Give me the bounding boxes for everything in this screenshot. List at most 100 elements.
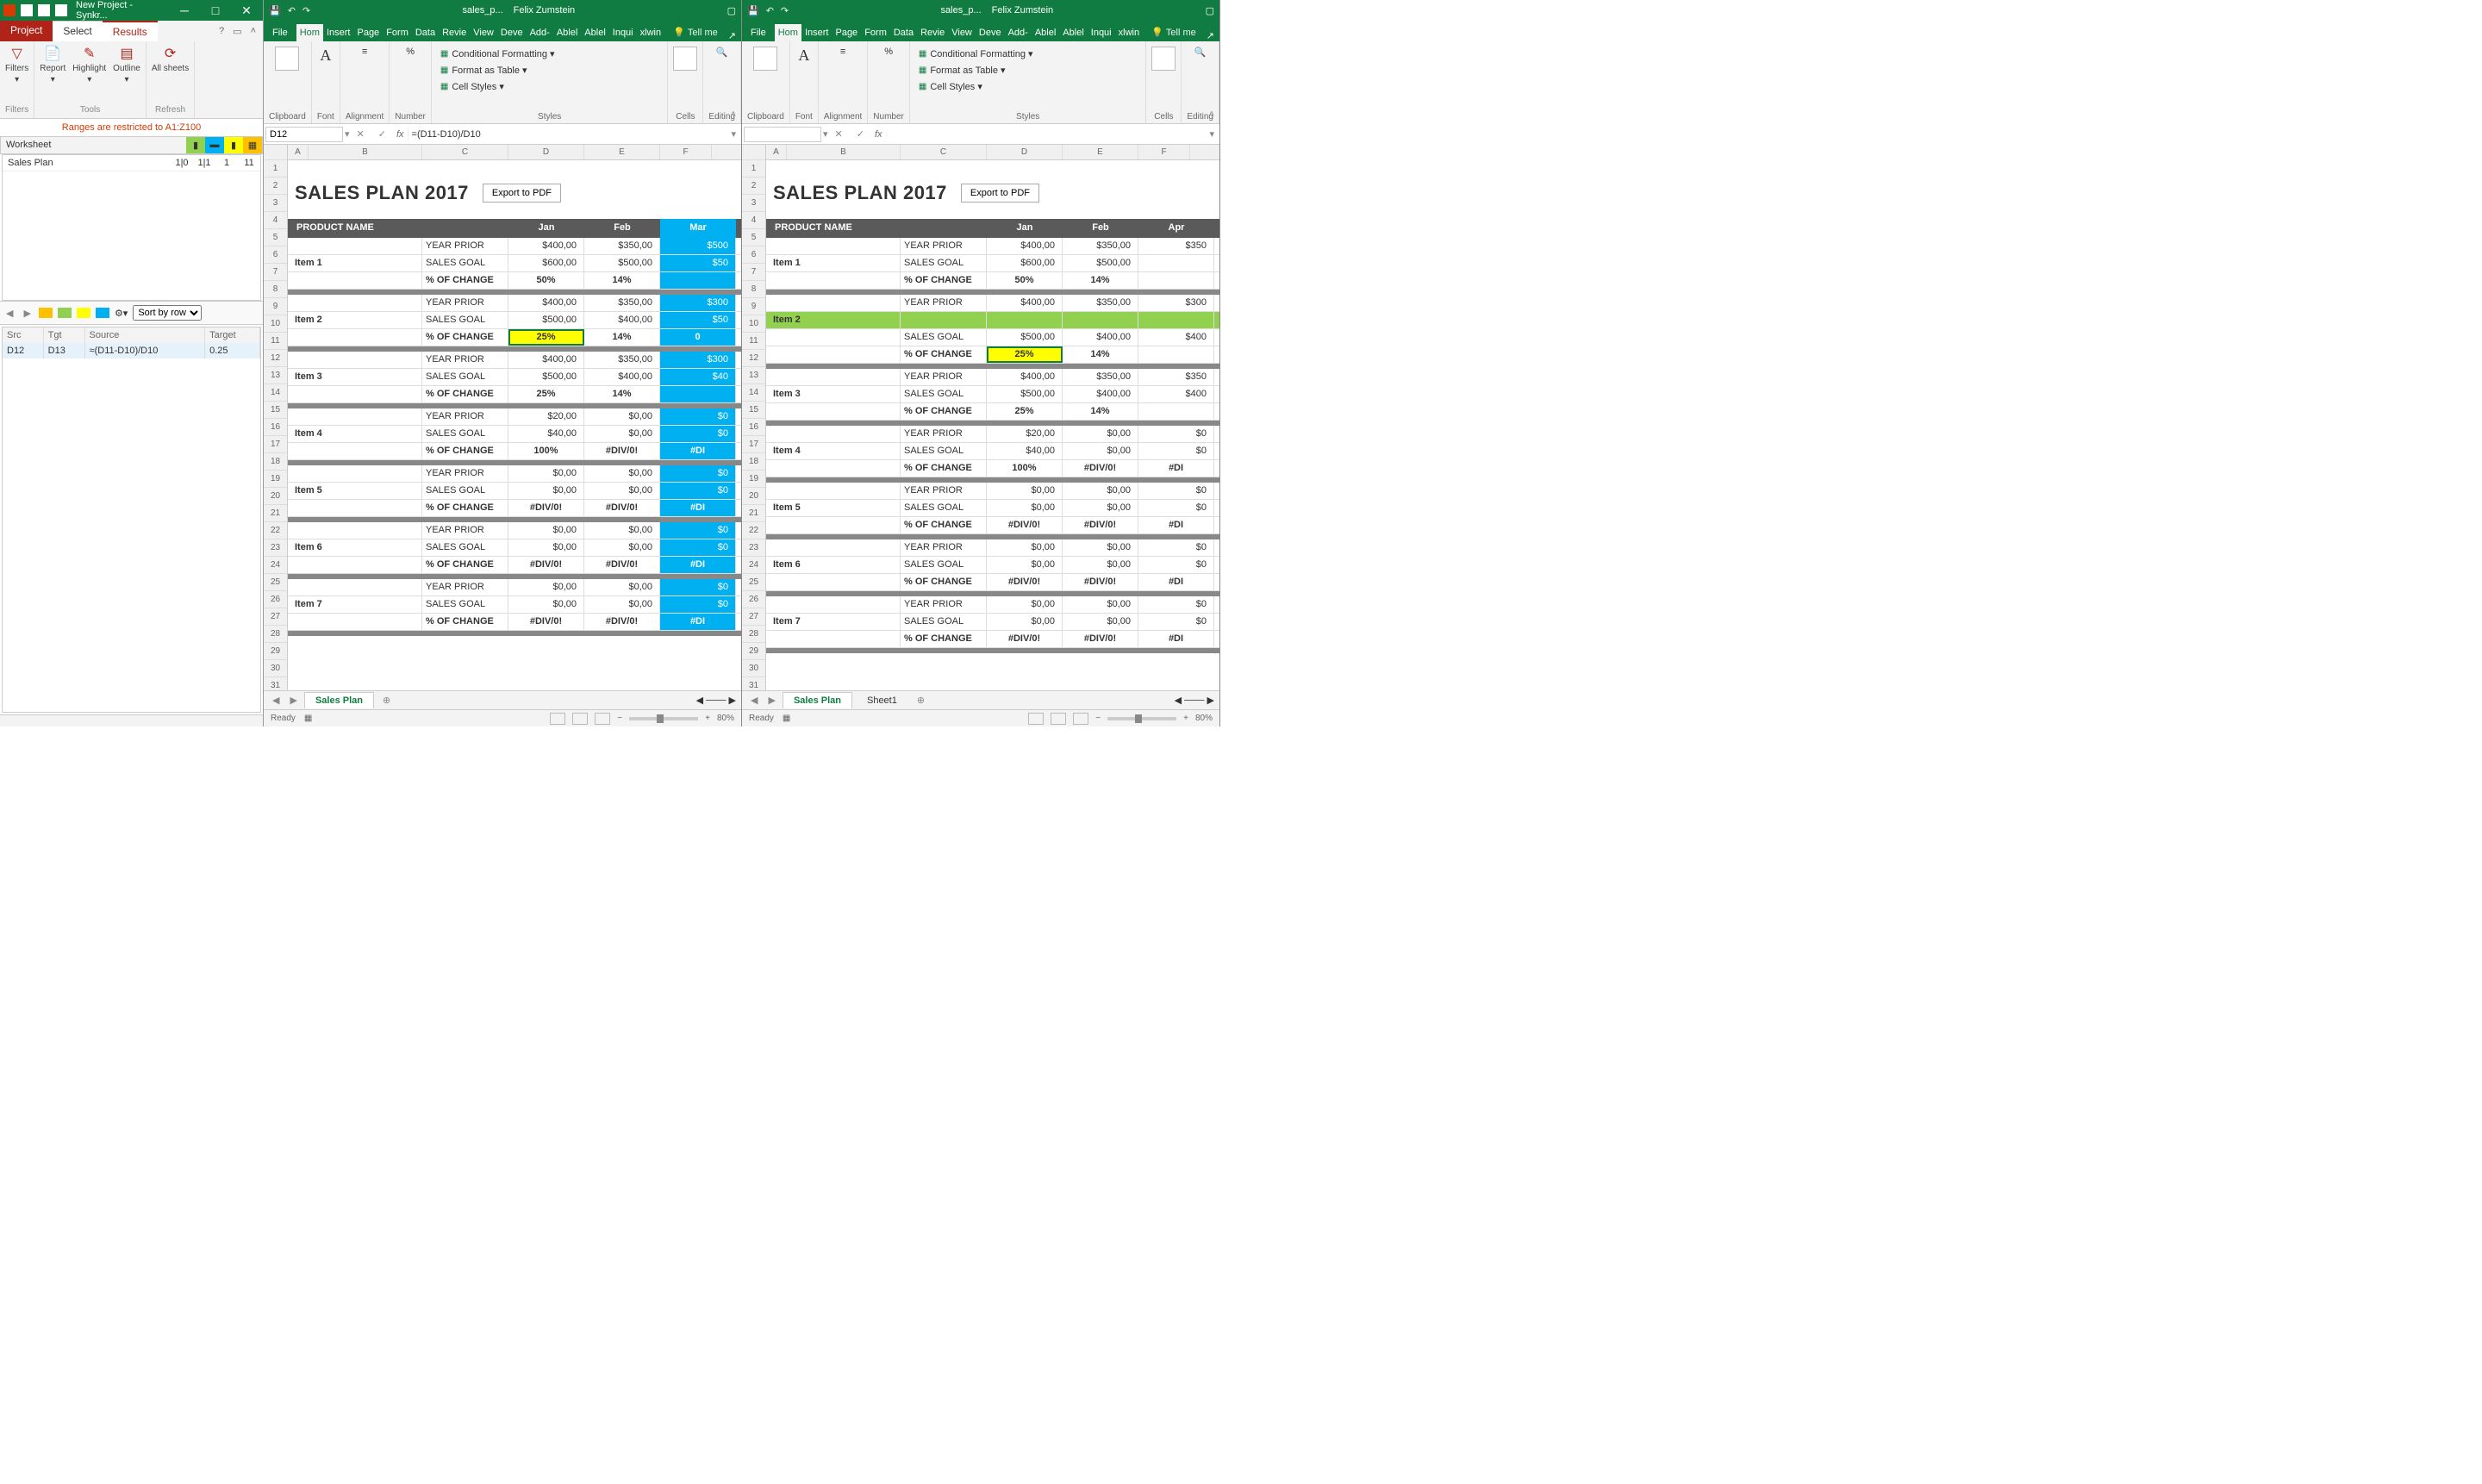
row-header[interactable]: 17: [742, 436, 765, 453]
enter-formula[interactable]: ✓: [371, 128, 393, 140]
undo-icon[interactable]: ↶: [288, 5, 296, 16]
view-break[interactable]: [595, 713, 610, 725]
cell-styles[interactable]: Cell Styles ▾: [437, 79, 508, 94]
fx-icon[interactable]: fx: [871, 129, 886, 140]
ws-col-icon[interactable]: ▮: [224, 137, 243, 153]
ws-col-icon[interactable]: ▦: [243, 137, 262, 153]
export-pdf-button[interactable]: Export to PDF: [483, 184, 561, 203]
ribbon-tab[interactable]: xlwin: [637, 24, 664, 41]
ribbon-tab[interactable]: Form: [861, 24, 890, 41]
ribbon-tab[interactable]: Add-: [527, 24, 553, 41]
row-header[interactable]: 10: [264, 315, 287, 333]
hscroll[interactable]: ◀ ─── ▶: [696, 695, 736, 706]
ribbon-tab[interactable]: Deve: [976, 24, 1005, 41]
row-header[interactable]: 12: [742, 350, 765, 367]
close-button[interactable]: ✕: [234, 3, 259, 18]
ribbon-tab[interactable]: Data: [890, 24, 917, 41]
row-header[interactable]: 29: [742, 643, 765, 660]
cells-icon[interactable]: [673, 47, 697, 71]
title-icon[interactable]: [38, 4, 50, 16]
row-header[interactable]: 27: [264, 608, 287, 626]
row-header[interactable]: 5: [742, 229, 765, 246]
cells-icon[interactable]: [1151, 47, 1176, 71]
ribbon-tab[interactable]: Revie: [439, 24, 470, 41]
row-header[interactable]: 7: [742, 264, 765, 281]
col-header[interactable]: C: [422, 145, 508, 159]
window-controls[interactable]: ▢: [1206, 5, 1214, 16]
row-header[interactable]: 16: [742, 419, 765, 436]
row-header[interactable]: 11: [264, 333, 287, 350]
row-header[interactable]: 6: [742, 246, 765, 264]
cell-styles[interactable]: Cell Styles ▾: [915, 79, 986, 94]
col-header[interactable]: A: [766, 145, 787, 159]
row-header[interactable]: 2: [264, 178, 287, 195]
nav-icon[interactable]: [96, 308, 109, 318]
zoom-level[interactable]: 80%: [1195, 714, 1213, 723]
name-box[interactable]: [265, 127, 343, 142]
row-header[interactable]: 12: [264, 350, 287, 367]
collapse-ribbon[interactable]: ˄: [731, 109, 736, 120]
align-icon[interactable]: ≡: [840, 47, 845, 57]
col-header[interactable]: F: [1138, 145, 1190, 159]
row-header[interactable]: 5: [264, 229, 287, 246]
sheet-tab[interactable]: Sales Plan: [783, 692, 852, 708]
tell-me[interactable]: 💡 Tell me: [1146, 23, 1200, 41]
col-header[interactable]: E: [584, 145, 660, 159]
cancel-formula[interactable]: ✕: [350, 128, 371, 140]
row-header[interactable]: 26: [742, 591, 765, 608]
editing-icon[interactable]: 🔍: [1194, 47, 1207, 58]
ribbon-tab[interactable]: Page: [353, 24, 383, 41]
row-header[interactable]: 1: [742, 160, 765, 178]
row-header[interactable]: 18: [742, 453, 765, 471]
add-sheet[interactable]: ⊕: [912, 695, 930, 706]
zoom-in[interactable]: +: [705, 714, 710, 723]
ribbon-tab[interactable]: Deve: [497, 24, 527, 41]
row-header[interactable]: 9: [264, 298, 287, 315]
tab-project[interactable]: Project: [0, 21, 53, 41]
row-header[interactable]: 27: [742, 608, 765, 626]
row-header[interactable]: 14: [264, 384, 287, 402]
conditional-formatting[interactable]: Conditional Formatting ▾: [437, 47, 558, 61]
tab-nav-next[interactable]: ▶: [764, 695, 778, 706]
save-icon[interactable]: 💾: [747, 5, 759, 16]
export-pdf-button[interactable]: Export to PDF: [961, 184, 1039, 203]
tell-me[interactable]: 💡 Tell me: [668, 23, 722, 41]
ribbon-tab[interactable]: Add-: [1005, 24, 1032, 41]
title-icon[interactable]: [55, 4, 67, 16]
ribbon-tab[interactable]: Inqui: [1088, 24, 1115, 41]
row-header[interactable]: 1: [264, 160, 287, 178]
hscroll[interactable]: ◀ ─── ▶: [1175, 695, 1214, 706]
outline-button[interactable]: ▤Outline▾: [113, 45, 140, 84]
row-header[interactable]: 18: [264, 453, 287, 471]
col-header[interactable]: D: [508, 145, 584, 159]
ribbon-tab[interactable]: File: [742, 24, 775, 41]
col-header[interactable]: F: [660, 145, 712, 159]
paste-icon[interactable]: [753, 47, 777, 71]
fx-icon[interactable]: fx: [393, 129, 408, 140]
formula-input[interactable]: [886, 133, 1205, 136]
undo-icon[interactable]: ↶: [766, 5, 774, 16]
zoom-level[interactable]: 80%: [717, 714, 734, 723]
help-icon[interactable]: ?: [219, 26, 224, 36]
row-header[interactable]: 15: [264, 402, 287, 419]
col-header[interactable]: A: [288, 145, 309, 159]
tab-select[interactable]: Select: [53, 21, 102, 41]
ribbon-tab[interactable]: Hom: [296, 24, 323, 41]
col-header[interactable]: C: [901, 145, 987, 159]
tab-nav-prev[interactable]: ◀: [269, 695, 283, 706]
share-icon[interactable]: ↗: [723, 30, 741, 41]
gear-icon[interactable]: ⚙▾: [115, 308, 128, 319]
ribbon-tab[interactable]: Ablel: [1032, 24, 1059, 41]
row-header[interactable]: 3: [264, 195, 287, 212]
row-header[interactable]: 23: [742, 539, 765, 557]
editing-icon[interactable]: 🔍: [716, 47, 728, 58]
enter-formula[interactable]: ✓: [850, 128, 871, 140]
row-header[interactable]: 24: [742, 557, 765, 574]
worksheet-list[interactable]: Sales Plan 1|0 1|1 1 11: [2, 154, 261, 301]
row-header[interactable]: 25: [742, 574, 765, 591]
conditional-formatting[interactable]: Conditional Formatting ▾: [915, 47, 1037, 61]
ribbon-tab[interactable]: Revie: [917, 24, 948, 41]
row-header[interactable]: 21: [742, 505, 765, 522]
view-layout[interactable]: [1051, 713, 1066, 725]
tab-results[interactable]: Results: [103, 21, 158, 41]
